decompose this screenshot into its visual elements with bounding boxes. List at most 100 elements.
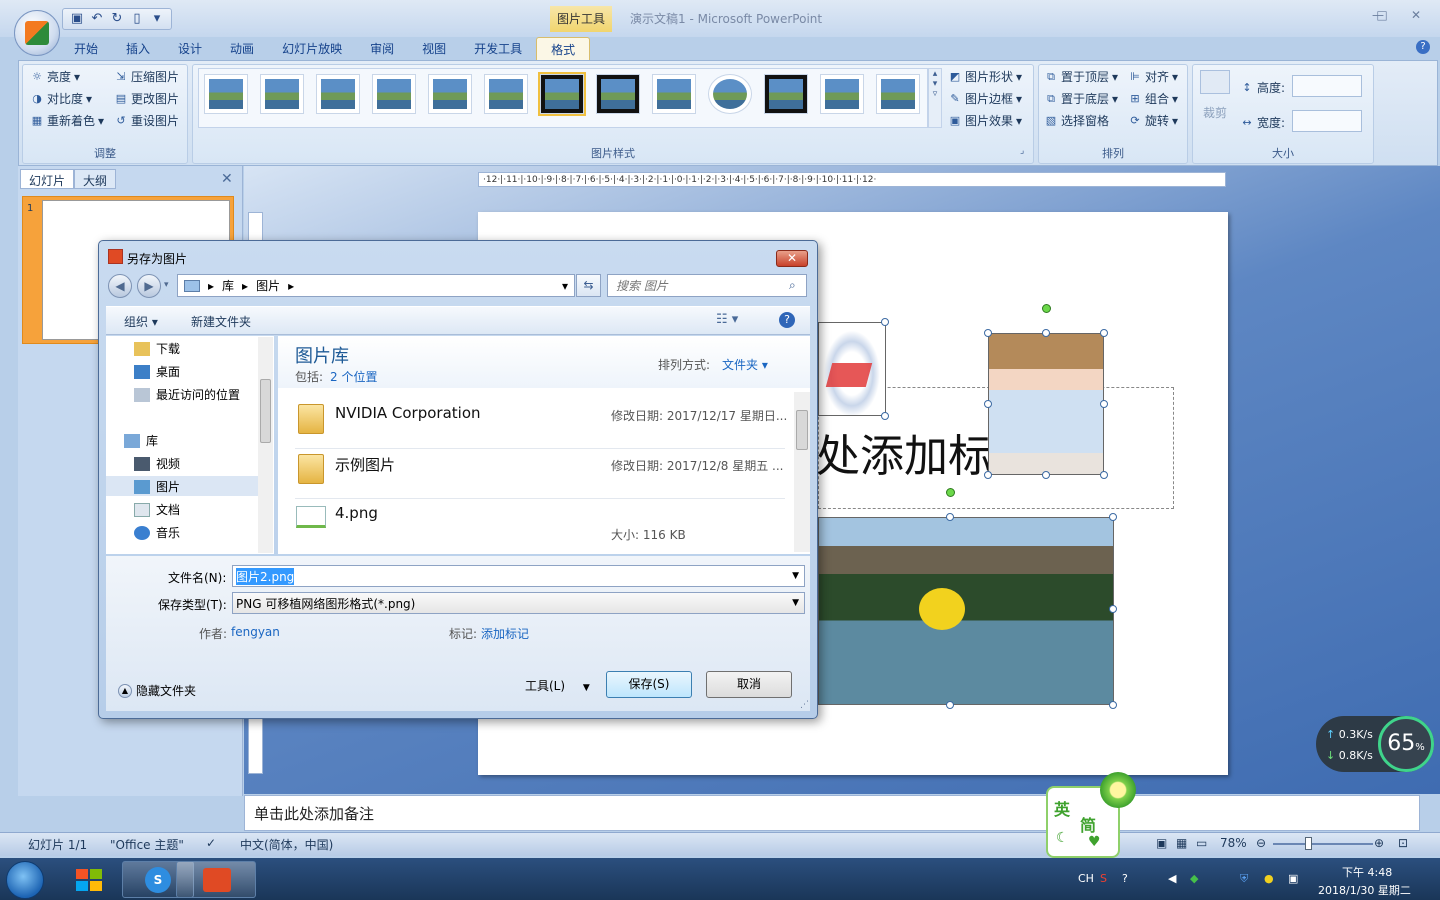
redo-icon[interactable]: ↻ — [109, 11, 125, 27]
close-pane-icon[interactable]: ✕ — [221, 171, 233, 187]
view-options-icon[interactable]: ☷ ▾ — [716, 312, 738, 327]
tray-volume-icon[interactable]: ◀ — [1168, 872, 1176, 885]
rotate-handle[interactable] — [1042, 304, 1051, 313]
search-icon[interactable]: ⌕ — [789, 278, 796, 293]
crop-icon[interactable] — [1200, 70, 1230, 94]
forward-button[interactable]: ▶ — [137, 274, 161, 298]
resize-handle[interactable] — [984, 471, 992, 479]
file-name[interactable]: 示例图片 — [335, 454, 395, 475]
change-picture-button[interactable]: ▤ 更改图片 — [114, 90, 179, 107]
resize-handle[interactable] — [984, 400, 992, 408]
filetype-dropdown-icon[interactable]: ▼ — [792, 598, 799, 608]
group-button[interactable]: ⊞ 组合 ▾ — [1128, 90, 1178, 107]
new-folder-button[interactable]: 新建文件夹 — [191, 313, 251, 330]
width-input[interactable] — [1292, 110, 1362, 132]
resize-handle[interactable] — [1109, 605, 1117, 613]
resize-handle[interactable] — [1100, 471, 1108, 479]
back-button[interactable]: ◀ — [108, 274, 132, 298]
resize-handle[interactable] — [1109, 701, 1117, 709]
picture-shape-button[interactable]: ◩ 图片形状 ▾ — [948, 68, 1022, 85]
nav-music[interactable]: 音乐 — [134, 524, 180, 541]
zoom-level[interactable]: 78% — [1220, 836, 1247, 850]
save-button[interactable]: 保存(S) — [606, 671, 692, 698]
includes-link[interactable]: 2 个位置 — [330, 368, 377, 385]
tools-menu[interactable]: 工具(L) ▼ — [525, 677, 590, 694]
height-input[interactable] — [1292, 75, 1362, 97]
nav-recent[interactable]: 最近访问的位置 — [134, 386, 240, 403]
nav-desktop[interactable]: 桌面 — [134, 363, 180, 380]
tab-animation[interactable]: 动画 — [216, 37, 268, 61]
tab-developer[interactable]: 开发工具 — [460, 37, 536, 61]
style-thumb[interactable] — [764, 74, 808, 114]
resize-handle[interactable] — [984, 329, 992, 337]
resize-handle[interactable] — [881, 412, 889, 420]
picture-border-button[interactable]: ✎ 图片边框 ▾ — [948, 90, 1022, 107]
resize-handle[interactable] — [1042, 329, 1050, 337]
girl-picture[interactable] — [988, 333, 1104, 475]
style-thumb[interactable] — [428, 74, 472, 114]
reset-picture-button[interactable]: ↺ 重设图片 — [114, 112, 179, 129]
filetype-select[interactable]: PNG 可移植网络图形格式(*.png) ▼ — [232, 592, 805, 614]
nav-downloads[interactable]: 下载 — [134, 340, 180, 357]
style-thumb-selected[interactable] — [538, 72, 586, 116]
help-icon[interactable]: ? — [1416, 40, 1430, 54]
fit-window-icon[interactable]: ⊡ — [1398, 836, 1408, 850]
dialog-help-icon[interactable]: ? — [779, 312, 795, 328]
tab-home[interactable]: 开始 — [60, 37, 112, 61]
resize-handle[interactable] — [1109, 513, 1117, 521]
bring-to-front-button[interactable]: ⧉ 置于顶层 ▾ — [1044, 68, 1118, 85]
style-thumb[interactable] — [652, 74, 696, 114]
recent-pages-icon[interactable]: ▾ — [164, 280, 169, 290]
file-name[interactable]: NVIDIA Corporation — [335, 404, 481, 422]
resize-handle[interactable] — [881, 318, 889, 326]
save-icon[interactable]: ▣ — [69, 11, 85, 27]
tab-design[interactable]: 设计 — [164, 37, 216, 61]
selection-pane-button[interactable]: ▧ 选择窗格 — [1044, 112, 1109, 129]
tray-360-icon[interactable]: ● — [1264, 872, 1274, 885]
refresh-button[interactable]: ⇆ — [576, 274, 601, 297]
nav-pictures[interactable]: 图片 — [134, 478, 180, 495]
notes-placeholder[interactable]: 单击此处添加备注 — [254, 803, 374, 824]
file-scrollbar[interactable] — [794, 392, 810, 552]
breadcrumb-library[interactable]: 库 — [222, 277, 234, 294]
style-thumb[interactable] — [260, 74, 304, 114]
sort-dropdown[interactable]: 文件夹 ▾ — [722, 356, 768, 373]
resize-handle[interactable] — [946, 513, 954, 521]
picture-effects-button[interactable]: ▣ 图片效果 ▾ — [948, 112, 1022, 129]
normal-view-icon[interactable]: ▣ — [1156, 836, 1167, 850]
tab-view[interactable]: 视图 — [408, 37, 460, 61]
office-button[interactable] — [14, 10, 60, 56]
breadcrumb-pictures[interactable]: 图片 — [256, 277, 280, 294]
filename-dropdown-icon[interactable]: ▼ — [792, 571, 799, 581]
nav-documents[interactable]: 文档 — [134, 501, 180, 518]
style-thumb[interactable] — [876, 74, 920, 114]
style-thumb[interactable] — [596, 74, 640, 114]
style-thumb[interactable] — [708, 74, 752, 114]
style-thumb[interactable] — [204, 74, 248, 114]
tab-slideshow[interactable]: 幻灯片放映 — [268, 37, 356, 61]
restore-button[interactable]: □ — [1368, 8, 1396, 26]
style-thumb[interactable] — [820, 74, 864, 114]
logo-picture[interactable] — [818, 322, 886, 416]
nav-videos[interactable]: 视频 — [134, 455, 180, 472]
resize-handle[interactable] — [1100, 329, 1108, 337]
style-thumb[interactable] — [484, 74, 528, 114]
close-window-button[interactable]: ✕ — [1402, 8, 1430, 26]
clock-time[interactable]: 下午 4:48 — [1342, 864, 1392, 880]
resize-handle[interactable] — [946, 701, 954, 709]
nav-scrollbar[interactable] — [258, 337, 273, 553]
tab-review[interactable]: 审阅 — [356, 37, 408, 61]
memory-usage-gauge[interactable]: 65% — [1378, 716, 1434, 772]
hide-folders-toggle[interactable]: ▲ 隐藏文件夹 — [118, 682, 196, 699]
spellcheck-icon[interactable]: ✓ — [206, 836, 216, 850]
slideshow-view-icon[interactable]: ▭ — [1196, 836, 1207, 850]
tray-sogou-icon[interactable]: S — [1100, 872, 1107, 885]
gallery-scroll[interactable]: ▴ ▾ ▿ — [928, 68, 942, 128]
rotate-handle[interactable] — [946, 488, 955, 497]
clock-date[interactable]: 2018/1/30 星期二 — [1318, 882, 1411, 898]
compress-button[interactable]: ⇲ 压缩图片 — [114, 68, 179, 85]
new-doc-icon[interactable]: ▯ — [129, 11, 145, 27]
sorter-view-icon[interactable]: ▦ — [1176, 836, 1187, 850]
styles-dialog-launcher-icon[interactable]: ⌟ — [1020, 146, 1024, 156]
title-text[interactable]: 处添加标 — [816, 420, 992, 484]
